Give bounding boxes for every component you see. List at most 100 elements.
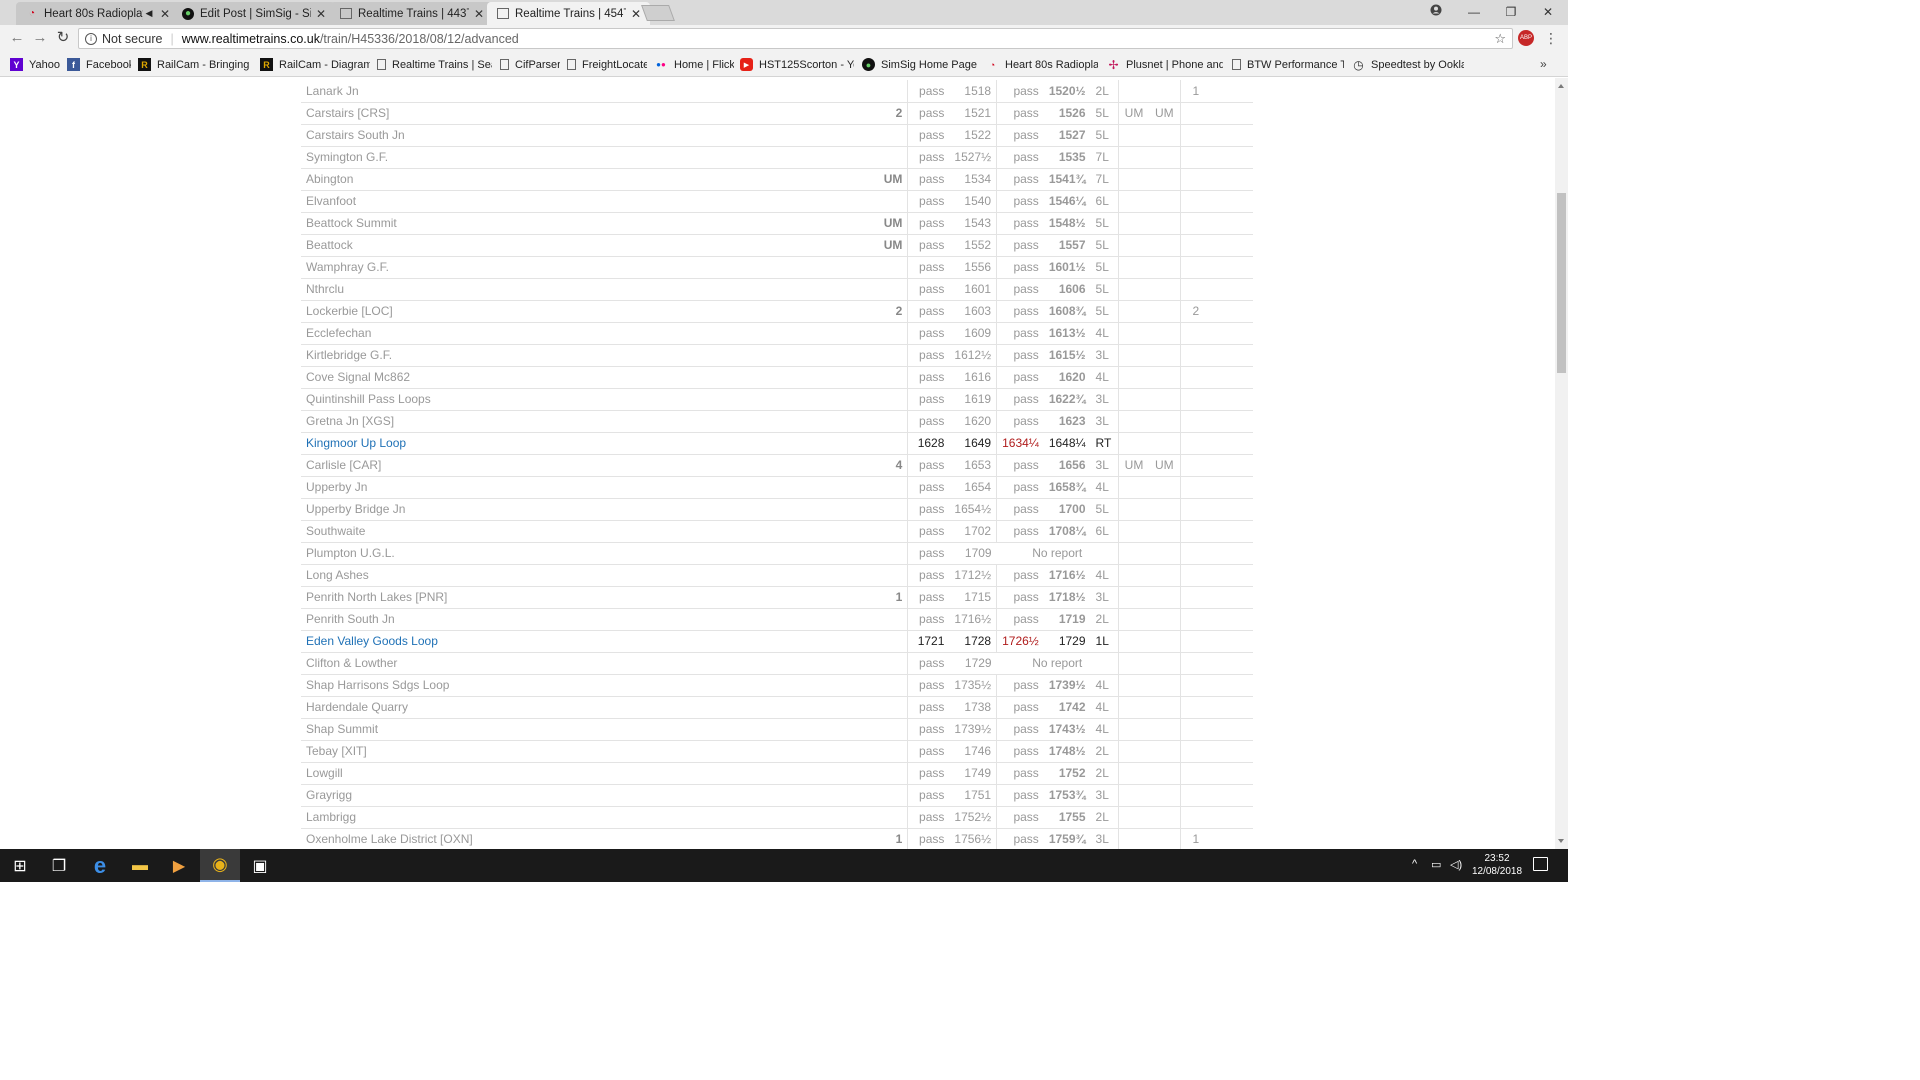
bookmark-star-icon[interactable]: ☆ [1494, 31, 1506, 47]
delay-indicator: 6L [1090, 190, 1119, 213]
line-code [1117, 718, 1150, 741]
bookmark-item[interactable]: ▶ HST125Scorton - You [740, 57, 854, 72]
file-explorer-icon[interactable]: ▬ [120, 849, 160, 882]
scheduled-arrival: pass [907, 542, 950, 565]
bookmark-item[interactable]: f Facebook [67, 57, 131, 72]
scheduled-arrival: pass [907, 740, 950, 763]
allowance-value [1179, 806, 1253, 829]
platform [878, 322, 908, 345]
chrome-icon[interactable]: ◉ [200, 849, 240, 882]
bookmark-item[interactable]: CifParser [500, 57, 560, 72]
store-icon[interactable]: ▣ [240, 849, 280, 882]
location-link[interactable]: Kingmoor Up Loop [301, 432, 879, 455]
close-icon[interactable]: ✕ [473, 7, 485, 21]
location-row: Cove Signal Mc862 pass 1616 pass 1620 4L [301, 366, 1253, 389]
line-code [1117, 696, 1150, 719]
scheduled-arrival: pass [907, 652, 950, 675]
tab-edit-post[interactable]: ● Edit Post | SimSig - Simul ✕ [172, 2, 335, 25]
page-scrollbar[interactable] [1555, 78, 1568, 849]
minimize-icon[interactable]: — [1464, 3, 1484, 21]
allowance-value [1179, 256, 1253, 279]
extension-icon[interactable]: ABP [1518, 30, 1534, 46]
back-icon[interactable]: ← [8, 29, 26, 47]
delay-indicator: 4L [1090, 674, 1119, 697]
bookmark-item[interactable]: ● ● Home | Flickr [654, 57, 734, 72]
page-icon [500, 59, 509, 70]
close-icon[interactable]: ✕ [315, 7, 327, 21]
bookmark-item[interactable]: Realtime Trains | Sear [377, 57, 492, 72]
media-player-icon[interactable]: ▶ [159, 849, 199, 882]
new-tab-button[interactable] [641, 5, 675, 21]
actual-arrival: pass [996, 784, 1044, 807]
location-row: Shap Harrisons Sdgs Loop pass 1735½ pass 173… [301, 674, 1253, 697]
delay-indicator: 3L [1090, 344, 1119, 367]
railcam-icon: R [138, 58, 151, 71]
scheduled-departure: 1521 [949, 102, 997, 125]
tab-realtime-443t[interactable]: Realtime Trains | 443T 14: ✕ [330, 2, 493, 25]
delay-indicator: 2L [1090, 740, 1119, 763]
bookmark-item[interactable]: ● SimSig Home Page | S [862, 57, 978, 72]
taskbar-clock[interactable]: 23:52 12/08/2018 [1468, 852, 1526, 878]
edge-icon[interactable]: e [80, 849, 120, 882]
bookmark-item[interactable]: ◷ Speedtest by Ookla - [1352, 57, 1464, 72]
reload-icon[interactable]: ↻ [54, 29, 72, 47]
actual-departure: 1759¾ [1043, 828, 1091, 849]
line-code [1117, 212, 1150, 235]
tab-heart-80s[interactable]: ◔ Heart 80s Radioplayer ◀ ✕ [16, 2, 179, 25]
tab-realtime-454t[interactable]: Realtime Trains | 454T 14: ✕ [487, 2, 650, 25]
close-icon[interactable]: ✕ [159, 7, 171, 21]
delay-indicator: RT [1090, 432, 1119, 455]
bookmark-item[interactable]: FreightLocate [567, 57, 647, 72]
location-name: Beattock Summit [301, 212, 879, 235]
security-label[interactable]: Not secure [102, 32, 162, 46]
scrollbar-thumb[interactable] [1557, 193, 1566, 373]
menu-icon[interactable]: ⋮ [1544, 30, 1558, 46]
bookmark-item[interactable]: BTW Performance Te [1232, 57, 1344, 72]
address-bar[interactable]: i Not secure | www.realtimetrains.co.uk /… [78, 28, 1513, 49]
location-name: Carstairs [CRS] [301, 102, 879, 125]
info-icon[interactable]: i [85, 32, 97, 45]
tray-chevron-icon[interactable]: ^ [1412, 858, 1417, 870]
location-row: Abington UM pass 1534 pass 1541¾ 7L [301, 168, 1253, 191]
notifications-icon[interactable] [1533, 857, 1548, 871]
location-link[interactable]: Eden Valley Goods Loop [301, 630, 879, 653]
close-icon[interactable]: ✕ [630, 7, 642, 21]
allowance-value [1179, 762, 1253, 785]
location-row: Penrith North Lakes [PNR] 1 pass 1715 pass 17… [301, 586, 1253, 609]
task-view-icon[interactable]: ❐ [39, 849, 79, 882]
line-code [1117, 630, 1150, 653]
bookmarks-overflow-icon[interactable]: » [1540, 57, 1547, 71]
forward-icon[interactable]: → [31, 29, 49, 47]
window-close-icon[interactable]: ✕ [1538, 3, 1558, 21]
speaker-icon[interactable]: ◀ [143, 8, 155, 20]
bookmark-item[interactable]: Y Yahoo [10, 57, 60, 72]
bookmark-item[interactable]: R RailCam - Bringing Tr [138, 57, 252, 72]
url-path[interactable]: /train/H45336/2018/08/12/advanced [320, 32, 519, 46]
allowance-value [1179, 168, 1253, 191]
line-code: UM [1117, 454, 1150, 477]
scroll-up-icon[interactable] [1558, 84, 1564, 88]
url-host[interactable]: www.realtimetrains.co.uk [182, 32, 320, 46]
delay-indicator: 1L [1090, 630, 1119, 653]
scheduled-arrival: pass [907, 410, 950, 433]
location-row: Long Ashes pass 1712½ pass 1716½ 4L [301, 564, 1253, 587]
bookmark-item[interactable]: ◔ Heart 80s Radioplaye [986, 57, 1098, 72]
browser-toolbar: ← → ↻ i Not secure | www.realtimetrains.… [0, 25, 1568, 52]
network-icon[interactable]: ▭ [1431, 858, 1441, 871]
bookmark-item[interactable]: R RailCam - Diagrams [260, 57, 370, 72]
bookmark-label: Plusnet | Phone and B [1126, 58, 1223, 71]
location-name: Quintinshill Pass Loops [301, 388, 879, 411]
scroll-down-icon[interactable] [1558, 839, 1564, 843]
bookmark-item[interactable]: ✢ Plusnet | Phone and B [1107, 57, 1223, 72]
maximize-icon[interactable]: ❐ [1501, 3, 1521, 21]
actual-departure: 1557 [1043, 234, 1091, 257]
profile-icon[interactable] [1426, 3, 1446, 21]
platform [878, 674, 908, 697]
actual-departure: 1648¼ [1043, 432, 1091, 455]
actual-arrival: pass [996, 366, 1044, 389]
path-code [1149, 124, 1180, 147]
windows-start-icon[interactable]: ⊞ [0, 849, 40, 882]
volume-icon[interactable]: ◁) [1450, 858, 1462, 871]
allowance-value [1179, 234, 1253, 257]
line-code [1117, 432, 1150, 455]
